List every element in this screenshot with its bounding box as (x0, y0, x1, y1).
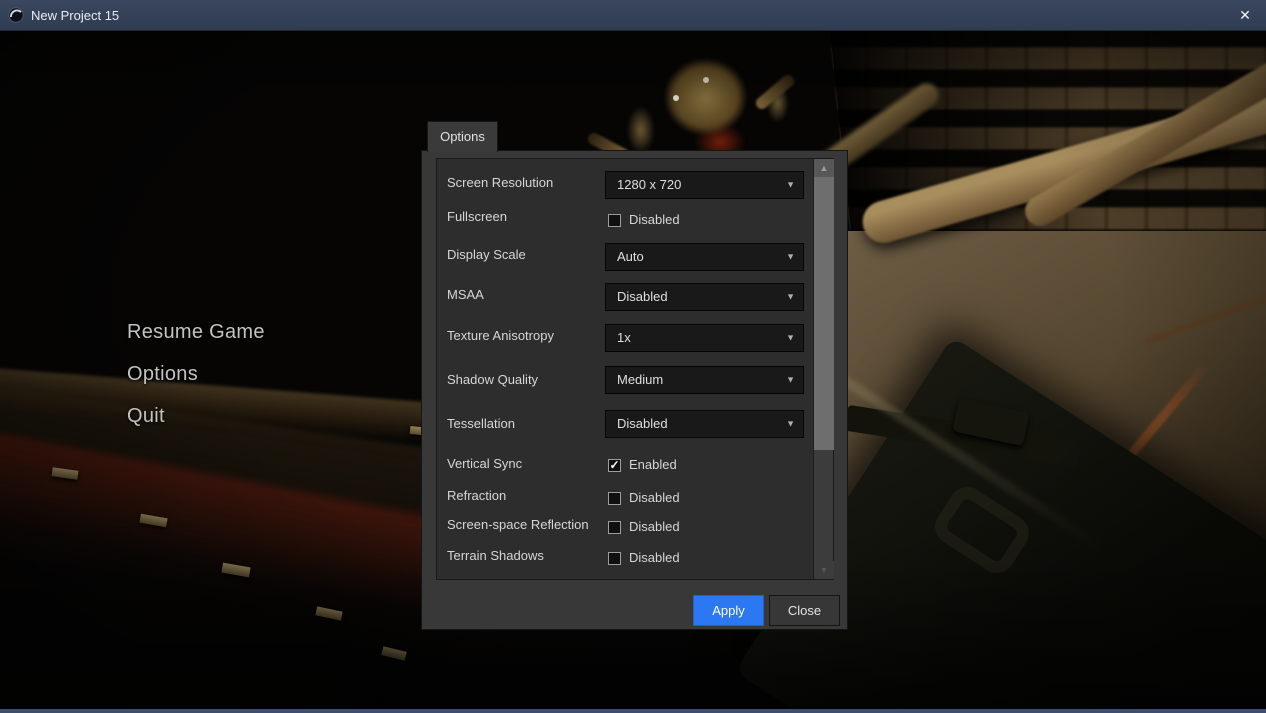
scroll-up-icon[interactable]: ▲ (814, 159, 834, 177)
menu-item-quit[interactable]: Quit (127, 405, 265, 428)
window-title: New Project 15 (31, 8, 119, 23)
dropdown-value: Disabled (617, 284, 668, 310)
close-icon[interactable]: ✕ (1230, 0, 1260, 31)
chevron-down-icon: ▼ (786, 180, 795, 190)
dropdown-value: Medium (617, 367, 663, 393)
setting-label-vertical-sync: Vertical Sync (447, 456, 522, 471)
setting-label-refraction: Refraction (447, 488, 506, 503)
window-titlebar[interactable]: New Project 15 ✕ (0, 0, 1266, 31)
setting-label-screen-space-reflection: Screen-space Reflection (447, 517, 589, 532)
setting-label-terrain-shadows: Terrain Shadows (447, 548, 544, 563)
chevron-down-icon: ▼ (786, 292, 795, 302)
setting-label-display-scale: Display Scale (447, 247, 526, 262)
refraction-checkbox[interactable] (608, 492, 621, 505)
app-icon (8, 7, 24, 23)
checkbox-state-label: Disabled (629, 550, 680, 565)
scrollbar-thumb[interactable] (814, 177, 834, 450)
terrain-shadows-checkbox[interactable] (608, 552, 621, 565)
chevron-down-icon: ▼ (786, 419, 795, 429)
texture-anisotropy-dropdown[interactable]: 1x ▼ (605, 324, 804, 352)
scroll-down-icon[interactable]: ▼ (814, 561, 834, 579)
apply-button[interactable]: Apply (693, 595, 764, 626)
fullscreen-checkbox[interactable] (608, 214, 621, 227)
chevron-down-icon: ▼ (786, 333, 795, 343)
pause-menu: Resume Game Options Quit (127, 321, 265, 447)
close-button[interactable]: Close (769, 595, 840, 626)
display-scale-dropdown[interactable]: Auto ▼ (605, 243, 804, 271)
dropdown-value: 1280 x 720 (617, 172, 681, 198)
checkbox-state-label: Disabled (629, 519, 680, 534)
setting-label-msaa: MSAA (447, 287, 484, 302)
setting-label-tessellation: Tessellation (447, 416, 515, 431)
dropdown-value: 1x (617, 325, 631, 351)
tab-options[interactable]: Options (427, 121, 498, 152)
settings-panel: Screen Resolution 1280 x 720 ▼ Fullscree… (436, 158, 834, 580)
menu-item-resume-game[interactable]: Resume Game (127, 321, 265, 344)
window-border (0, 709, 1266, 713)
shadow-quality-dropdown[interactable]: Medium ▼ (605, 366, 804, 394)
vertical-sync-checkbox[interactable]: ✓ (608, 459, 621, 472)
checkbox-state-label: Disabled (629, 490, 680, 505)
checkmark-icon: ✓ (609, 460, 620, 471)
options-dialog: Options Screen Resolution 1280 x 720 ▼ F… (421, 112, 848, 630)
checkbox-state-label: Disabled (629, 212, 680, 227)
menu-item-options[interactable]: Options (127, 363, 265, 386)
chevron-down-icon: ▼ (786, 375, 795, 385)
msaa-dropdown[interactable]: Disabled ▼ (605, 283, 804, 311)
setting-label-fullscreen: Fullscreen (447, 209, 507, 224)
tessellation-dropdown[interactable]: Disabled ▼ (605, 410, 804, 438)
setting-label-shadow-quality: Shadow Quality (447, 372, 538, 387)
dropdown-value: Disabled (617, 411, 668, 437)
app-window: New Project 15 ✕ Resume Game (0, 0, 1266, 713)
options-dialog-body: Screen Resolution 1280 x 720 ▼ Fullscree… (421, 150, 848, 630)
settings-scrollbar[interactable]: ▲ ▼ (813, 159, 833, 579)
chevron-down-icon: ▼ (786, 252, 795, 262)
setting-label-screen-resolution: Screen Resolution (447, 175, 553, 190)
screen-space-reflection-checkbox[interactable] (608, 521, 621, 534)
dropdown-value: Auto (617, 244, 644, 270)
checkbox-state-label: Enabled (629, 457, 677, 472)
setting-label-texture-anisotropy: Texture Anisotropy (447, 328, 554, 343)
screen-resolution-dropdown[interactable]: 1280 x 720 ▼ (605, 171, 804, 199)
